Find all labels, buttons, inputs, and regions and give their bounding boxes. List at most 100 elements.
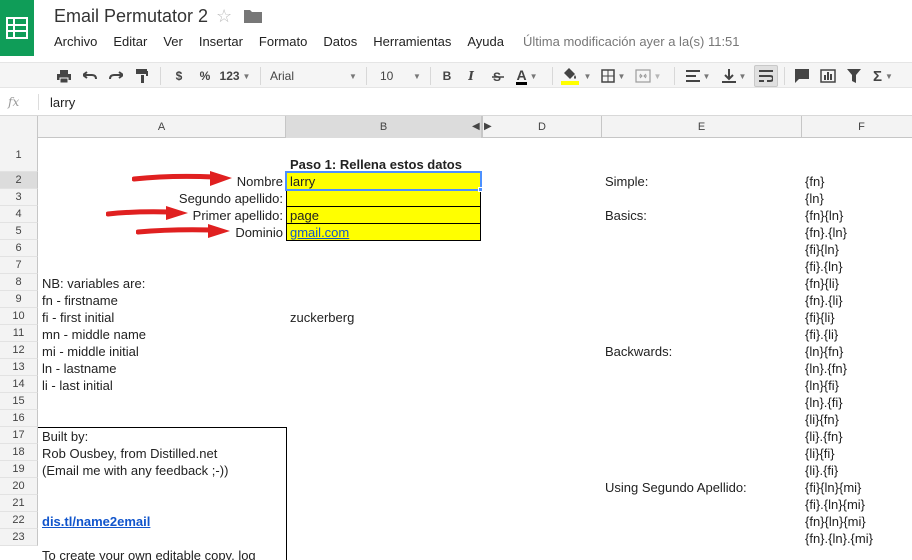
pattern-cell[interactable]: {fi}{ln}{mi} <box>802 479 864 496</box>
menu-archivo[interactable]: Archivo <box>54 34 97 52</box>
row-header-21[interactable]: 21 <box>0 495 38 512</box>
row-header-18[interactable]: 18 <box>0 444 38 461</box>
built-by-author[interactable]: Rob Ousbey, from Distilled.net <box>39 445 220 462</box>
value-primer-apellido[interactable]: page <box>287 207 322 224</box>
variable-mi[interactable]: mi - middle initial <box>39 343 142 360</box>
pattern-cell[interactable]: {ln}{fi} <box>802 377 842 394</box>
pattern-cell[interactable]: {li}{fn} <box>802 411 842 428</box>
menu-herramientas[interactable]: Herramientas <box>373 34 451 52</box>
number-format-dropdown[interactable]: 123 ▼ <box>218 65 252 87</box>
sheets-logo-icon[interactable] <box>0 0 34 56</box>
pattern-cell[interactable]: {fi}{ln} <box>802 241 842 258</box>
built-by-feedback[interactable]: (Email me with any feedback ;-)) <box>39 462 231 479</box>
row-header-22[interactable]: 22 <box>0 512 38 529</box>
folder-icon[interactable] <box>244 9 262 26</box>
variable-fi[interactable]: fi - first initial <box>39 309 117 326</box>
strikethrough-icon[interactable]: S <box>488 65 508 87</box>
column-header-b[interactable]: B <box>286 116 482 138</box>
horizontal-align-button[interactable]: ▼ <box>682 65 714 87</box>
vertical-align-button[interactable]: ▼ <box>718 65 750 87</box>
row-header-12[interactable]: 12 <box>0 342 38 359</box>
undo-icon[interactable] <box>80 65 100 87</box>
variable-fn[interactable]: fn - firstname <box>39 292 121 309</box>
hidden-column-left-arrow[interactable]: ◀ <box>472 121 480 132</box>
cell-b10[interactable]: zuckerberg <box>287 309 357 326</box>
pattern-cell[interactable]: {ln}.{fi} <box>802 394 846 411</box>
section-simple[interactable]: Simple: <box>602 173 651 190</box>
row-header-8[interactable]: 8 <box>0 274 38 291</box>
redo-icon[interactable] <box>106 65 126 87</box>
font-family-dropdown[interactable]: Arial ▼ <box>270 65 358 87</box>
row-header-23[interactable]: 23 <box>0 529 38 546</box>
built-by-label[interactable]: Built by: <box>39 428 91 445</box>
document-title[interactable]: Email Permutator 2 <box>54 6 208 27</box>
pattern-cell[interactable]: {fi}.{li} <box>802 326 841 343</box>
menu-insertar[interactable]: Insertar <box>199 34 243 52</box>
pattern-cell[interactable]: {fn}{li} <box>802 275 842 292</box>
row-header-1[interactable]: 1 <box>0 138 38 172</box>
row-header-11[interactable]: 11 <box>0 325 38 342</box>
pattern-cell[interactable]: {li}{fi} <box>802 445 838 462</box>
functions-button[interactable]: Σ ▼ <box>868 65 898 87</box>
column-header-e[interactable]: E <box>602 116 802 138</box>
pattern-cell[interactable]: {fn}.{ln}.{mi} <box>802 530 876 547</box>
pattern-cell[interactable]: {fn}.{ln} <box>802 224 850 241</box>
bold-button[interactable]: B <box>438 65 456 87</box>
pattern-cell[interactable]: {li}.{fi} <box>802 462 841 479</box>
pattern-cell[interactable]: {fi}{li} <box>802 309 838 326</box>
row-header-5[interactable]: 5 <box>0 223 38 240</box>
variables-note[interactable]: NB: variables are: <box>39 275 148 292</box>
row-header-19[interactable]: 19 <box>0 461 38 478</box>
pattern-cell[interactable]: {ln}.{fn} <box>802 360 850 377</box>
pattern-cell[interactable]: {fi}.{ln}{mi} <box>802 496 868 513</box>
row-header-17[interactable]: 17 <box>0 427 38 444</box>
fill-handle[interactable] <box>478 187 483 192</box>
pattern-cell[interactable]: {fn}{ln}{mi} <box>802 513 869 530</box>
font-size-dropdown[interactable]: 10 ▼ <box>380 65 422 87</box>
value-dominio-link[interactable]: gmail.com <box>287 224 352 241</box>
section-basics[interactable]: Basics: <box>602 207 650 224</box>
formula-input[interactable]: larry <box>50 95 75 110</box>
menu-ver[interactable]: Ver <box>163 34 183 52</box>
pattern-cell[interactable]: {fn}.{li} <box>802 292 846 309</box>
pattern-cell[interactable]: {fn}{ln} <box>802 207 846 224</box>
pattern-cell[interactable]: {ln} <box>802 190 827 207</box>
menu-ayuda[interactable]: Ayuda <box>467 34 504 52</box>
row-header-15[interactable]: 15 <box>0 393 38 410</box>
print-icon[interactable] <box>54 65 74 87</box>
row-header-2[interactable]: 2 <box>0 172 38 189</box>
row-header-13[interactable]: 13 <box>0 359 38 376</box>
row-header-14[interactable]: 14 <box>0 376 38 393</box>
row-header-10[interactable]: 10 <box>0 308 38 325</box>
italic-button[interactable]: I <box>462 65 480 87</box>
text-color-button[interactable]: A ▼ <box>512 65 542 87</box>
pattern-cell[interactable]: {fi}.{ln} <box>802 258 846 275</box>
column-header-d[interactable]: D <box>482 116 602 138</box>
variable-li[interactable]: li - last initial <box>39 377 116 394</box>
percent-format-button[interactable]: % <box>196 65 214 87</box>
row-header-4[interactable]: 4 <box>0 206 38 223</box>
text-wrap-button[interactable] <box>754 65 778 87</box>
active-cell-selection[interactable] <box>285 171 482 191</box>
merge-cells-button[interactable]: ▼ <box>632 65 664 87</box>
pattern-cell[interactable]: {li}.{fn} <box>802 428 846 445</box>
pattern-cell[interactable]: {fn} <box>802 173 828 190</box>
section-segundo-apellido[interactable]: Using Segundo Apellido: <box>602 479 750 496</box>
filter-icon[interactable] <box>844 65 864 87</box>
row-header-3[interactable]: 3 <box>0 189 38 206</box>
insert-chart-icon[interactable] <box>818 65 838 87</box>
column-header-f[interactable]: F <box>802 116 912 138</box>
menu-formato[interactable]: Formato <box>259 34 307 52</box>
last-modified-text[interactable]: Última modificación ayer a la(s) 11:51 <box>523 34 740 49</box>
section-backwards[interactable]: Backwards: <box>602 343 675 360</box>
row-header-6[interactable]: 6 <box>0 240 38 257</box>
short-link[interactable]: dis.tl/name2email <box>39 513 153 530</box>
variable-ln[interactable]: ln - lastname <box>39 360 119 377</box>
row-header-7[interactable]: 7 <box>0 257 38 274</box>
variable-mn[interactable]: mn - middle name <box>39 326 149 343</box>
pattern-cell[interactable]: {ln}{fn} <box>802 343 846 360</box>
row-header-16[interactable]: 16 <box>0 410 38 427</box>
paint-format-icon[interactable] <box>132 65 152 87</box>
row-header-20[interactable]: 20 <box>0 478 38 495</box>
menu-editar[interactable]: Editar <box>113 34 147 52</box>
